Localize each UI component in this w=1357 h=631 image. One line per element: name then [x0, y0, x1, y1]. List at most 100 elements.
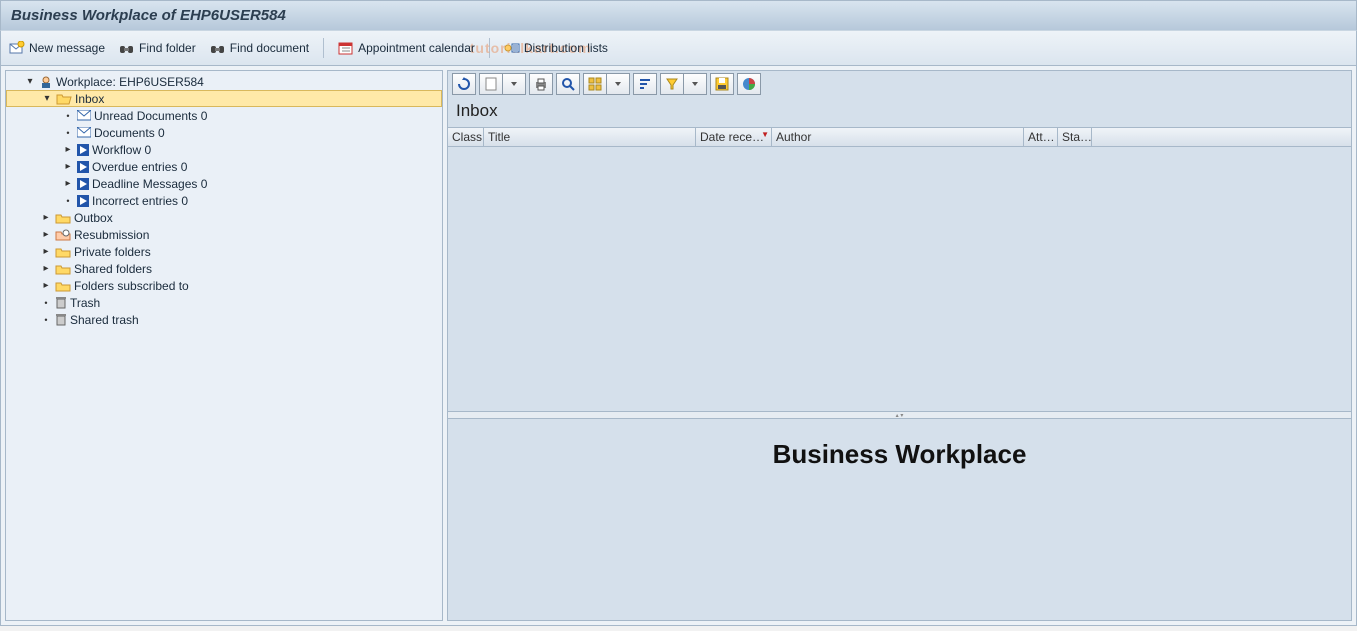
layout-button[interactable]: [583, 73, 607, 95]
application-toolbar: New message Find folder Find document tu…: [0, 30, 1357, 66]
expand-icon[interactable]: ▸: [62, 144, 74, 155]
filter-button[interactable]: [660, 73, 684, 95]
tree-node-deadline[interactable]: ▸ Deadline Messages 0: [6, 175, 442, 192]
folder-icon: [55, 280, 71, 292]
trash-icon: [55, 296, 67, 309]
main-area: ▾ Workplace: EHP6USER584 ▾ Inbox • Unrea…: [0, 66, 1357, 626]
save-button[interactable]: [710, 73, 734, 95]
grid-body-empty: [448, 147, 1351, 387]
tree-node-resubmission[interactable]: ▸ Resubmission: [6, 226, 442, 243]
user-icon: [39, 75, 53, 89]
tree-node-workplace[interactable]: ▾ Workplace: EHP6USER584: [6, 73, 442, 90]
chevron-down-icon: [691, 77, 699, 91]
tree-label: Deadline Messages 0: [92, 177, 207, 191]
chevron-down-icon: [614, 77, 622, 91]
expand-icon[interactable]: ▸: [40, 212, 52, 223]
tree-label: Private folders: [74, 245, 151, 259]
tree-label: Trash: [70, 296, 100, 310]
find-folder-button[interactable]: Find folder: [119, 41, 196, 55]
expand-icon[interactable]: ▸: [62, 161, 74, 172]
tree-label: Incorrect entries 0: [92, 194, 188, 208]
refresh-button[interactable]: [452, 73, 476, 95]
dropdown-button[interactable]: [502, 73, 526, 95]
distribution-lists-button[interactable]: Distribution lists: [504, 41, 608, 55]
tree-label: Overdue entries 0: [92, 160, 187, 174]
play-icon: [77, 144, 89, 156]
tree-node-private-folders[interactable]: ▸ Private folders: [6, 243, 442, 260]
detail-button[interactable]: [556, 73, 580, 95]
dropdown-button[interactable]: [683, 73, 707, 95]
create-button[interactable]: [479, 73, 503, 95]
binoculars-icon: [119, 41, 135, 55]
tree-node-shared-folders[interactable]: ▸ Shared folders: [6, 260, 442, 277]
column-header-sta[interactable]: Sta…: [1058, 128, 1092, 146]
preview-panel: Business Workplace: [447, 418, 1352, 621]
new-message-icon: [9, 41, 25, 55]
toolbar-separator: [323, 38, 324, 58]
tree-node-outbox[interactable]: ▸ Outbox: [6, 209, 442, 226]
tree-node-workflow[interactable]: ▸ Workflow 0: [6, 141, 442, 158]
print-button[interactable]: [529, 73, 553, 95]
message-list-panel: Inbox Class Title Date rece…▼ Author Att…: [447, 70, 1352, 412]
column-header-title[interactable]: Title: [484, 128, 696, 146]
chevron-down-icon: [510, 77, 518, 91]
tree-label: Workflow 0: [92, 143, 151, 157]
folder-icon: [55, 212, 71, 224]
column-header-att[interactable]: Att…: [1024, 128, 1058, 146]
refresh-icon: [457, 77, 471, 91]
tree-node-trash[interactable]: • Trash: [6, 294, 442, 311]
grid-header: Class Title Date rece…▼ Author Att… Sta…: [448, 127, 1351, 147]
expand-icon[interactable]: ▸: [40, 246, 52, 257]
sort-icon: [638, 77, 652, 91]
folder-icon: [55, 263, 71, 275]
appointment-calendar-button[interactable]: Appointment calendar: [338, 41, 475, 55]
grid-icon: [588, 77, 602, 91]
collapse-icon[interactable]: ▾: [24, 76, 36, 87]
find-document-button[interactable]: Find document tutorialkart.com: [210, 41, 309, 55]
collapse-icon[interactable]: ▾: [41, 93, 53, 104]
tree-label: Unread Documents 0: [94, 109, 207, 123]
tree-node-overdue[interactable]: ▸ Overdue entries 0: [6, 158, 442, 175]
tree-node-unread[interactable]: • Unread Documents 0: [6, 107, 442, 124]
print-icon: [534, 77, 548, 91]
folder-icon: [55, 246, 71, 258]
tree-label: Outbox: [74, 211, 113, 225]
new-message-button[interactable]: New message: [9, 41, 105, 55]
bullet-icon: •: [40, 298, 52, 308]
tree-label: Workplace: EHP6USER584: [56, 75, 204, 89]
binoculars-icon: [210, 41, 226, 55]
pie-chart-icon: [742, 77, 756, 91]
document-icon: [485, 77, 497, 91]
envelope-icon: [77, 127, 91, 138]
bullet-icon: •: [62, 111, 74, 121]
play-icon: [77, 161, 89, 173]
tree-label: Inbox: [75, 92, 104, 106]
play-icon: [77, 195, 89, 207]
tree-node-documents[interactable]: • Documents 0: [6, 124, 442, 141]
tree-node-shared-trash[interactable]: • Shared trash: [6, 311, 442, 328]
tree-node-inbox[interactable]: ▾ Inbox: [6, 90, 442, 107]
tree-label: Shared folders: [74, 262, 152, 276]
sort-button[interactable]: [633, 73, 657, 95]
column-header-date[interactable]: Date rece…▼: [696, 128, 772, 146]
trash-icon: [55, 313, 67, 326]
tree-node-incorrect[interactable]: • Incorrect entries 0: [6, 192, 442, 209]
expand-icon[interactable]: ▸: [40, 263, 52, 274]
expand-icon[interactable]: ▸: [40, 280, 52, 291]
tree-label: Resubmission: [74, 228, 149, 242]
window-title: Business Workplace of EHP6USER584: [11, 7, 286, 24]
dropdown-button[interactable]: [606, 73, 630, 95]
column-header-class[interactable]: Class: [448, 128, 484, 146]
expand-icon[interactable]: ▸: [62, 178, 74, 189]
expand-icon[interactable]: ▸: [40, 229, 52, 240]
tree-node-subscribed[interactable]: ▸ Folders subscribed to: [6, 277, 442, 294]
navigation-tree: ▾ Workplace: EHP6USER584 ▾ Inbox • Unrea…: [5, 70, 443, 621]
play-icon: [77, 178, 89, 190]
distribution-icon: [504, 41, 520, 55]
column-header-author[interactable]: Author: [772, 128, 1024, 146]
magnifier-icon: [561, 77, 575, 91]
bullet-icon: •: [62, 128, 74, 138]
chart-button[interactable]: [737, 73, 761, 95]
filter-icon: [665, 77, 679, 91]
calendar-icon: [338, 41, 354, 55]
